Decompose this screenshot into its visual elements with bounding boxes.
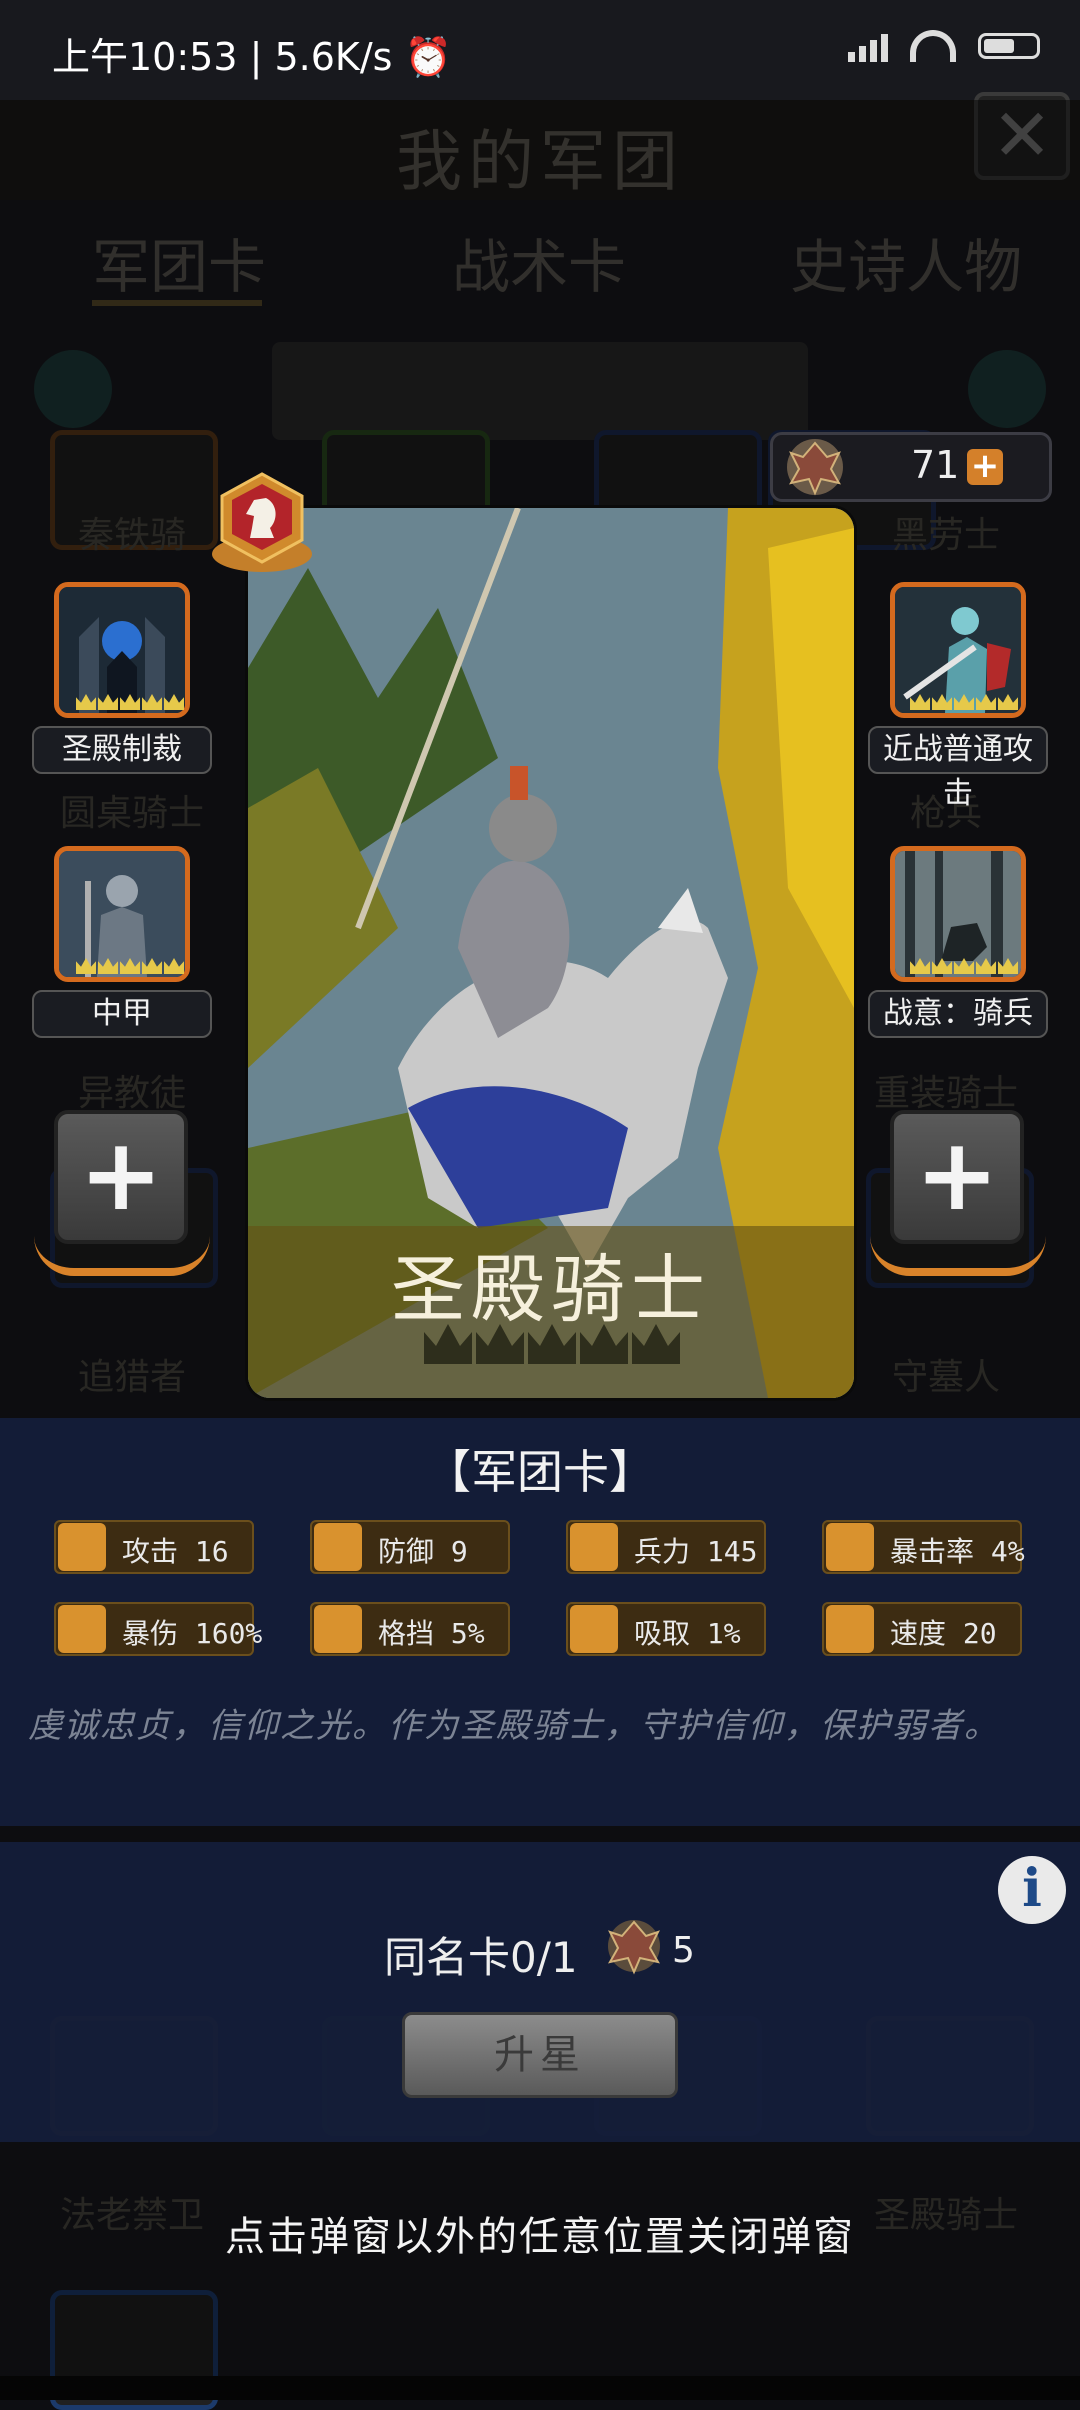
skill-label: 战意：骑兵 [868, 990, 1048, 1038]
stat-block: 格挡 5% [310, 1602, 510, 1656]
lifesteal-icon [570, 1605, 618, 1653]
crit-rate-icon [826, 1523, 874, 1571]
upgrade-cost: 5 [672, 1930, 695, 1971]
sword-icon [58, 1523, 106, 1571]
stat-text: 吸取 1% [634, 1617, 741, 1650]
heart-icon [570, 1523, 618, 1571]
status-time: 上午10:53 | 5.6K/s ⏰ [52, 35, 452, 79]
dismiss-hint: 点击弹窗以外的任意位置关闭弹窗 [225, 2214, 855, 2260]
skill-star-rating [910, 958, 1018, 974]
status-bar: 上午10:53 | 5.6K/s ⏰ [0, 0, 1080, 100]
status-icons [848, 30, 1040, 62]
skill-label: 圣殿制裁 [32, 726, 212, 774]
stat-crit-rate: 暴击率 4% [822, 1520, 1025, 1574]
currency-value: 71 [911, 443, 960, 487]
add-skill-slot-button[interactable]: + [890, 1110, 1024, 1244]
skill-label: 中甲 [32, 990, 212, 1038]
skill-label: 近战普通攻击 [868, 726, 1048, 811]
signal-icon [848, 30, 888, 62]
stat-text: 格挡 5% [378, 1617, 485, 1650]
skill-star-rating [910, 694, 1018, 710]
system-nav-bar [0, 2376, 1080, 2400]
stat-text: 防御 9 [378, 1535, 468, 1568]
skill-star-rating [76, 958, 184, 974]
card-star-rating [424, 1324, 680, 1364]
crown-icon [476, 1324, 524, 1364]
stat-text: 攻击 16 [122, 1535, 229, 1568]
stat-troops: 兵力 145 [566, 1520, 766, 1574]
crown-icon [528, 1324, 576, 1364]
info-button[interactable]: i [998, 1856, 1066, 1924]
star-up-button[interactable]: 升星 [402, 2012, 678, 2098]
stat-text: 暴伤 160% [122, 1617, 263, 1650]
card-name: 圣殿骑士 [391, 1247, 711, 1333]
eagle-crest-icon [608, 1920, 660, 1975]
speed-boot-icon [826, 1605, 874, 1653]
legion-card-art: 圣殿骑士 [248, 508, 854, 1398]
stat-crit-damage: 暴伤 160% [54, 1602, 262, 1656]
knight-chess-badge-icon [212, 472, 312, 572]
add-skill-slot-button[interactable]: + [54, 1110, 188, 1244]
currency-counter: 71 + [770, 432, 1052, 502]
crown-icon [632, 1324, 680, 1364]
shield-icon [314, 1523, 362, 1571]
battery-icon [978, 33, 1040, 59]
block-icon [314, 1605, 362, 1653]
eagle-crest-icon [787, 439, 843, 496]
duplicate-card-count: 同名卡0/1 [384, 1933, 578, 1982]
crown-icon [424, 1324, 472, 1364]
crit-damage-icon [58, 1605, 106, 1653]
add-currency-button[interactable]: + [967, 449, 1003, 485]
wifi-icon [910, 30, 956, 62]
stat-attack: 攻击 16 [54, 1520, 254, 1574]
stat-lifesteal: 吸取 1% [566, 1602, 766, 1656]
stat-speed: 速度 20 [822, 1602, 1022, 1656]
stat-text: 兵力 145 [634, 1535, 758, 1568]
skill-star-rating [76, 694, 184, 710]
panel-title: 【军团卡】 [425, 1445, 655, 1499]
stat-text: 暴击率 4% [890, 1535, 1025, 1568]
crown-icon [580, 1324, 628, 1364]
card-flavor-text: 虔诚忠贞，信仰之光。作为圣殿骑士，守护信仰，保护弱者。 [28, 1706, 1000, 1746]
stat-text: 速度 20 [890, 1617, 997, 1650]
stat-defense: 防御 9 [310, 1520, 510, 1574]
